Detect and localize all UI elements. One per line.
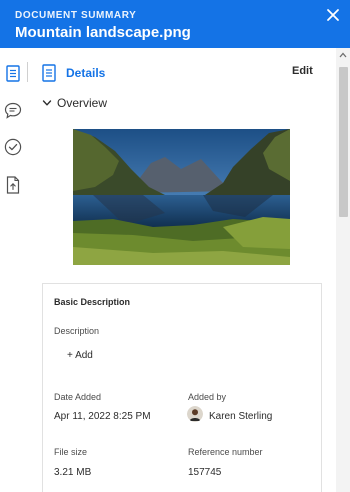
date-added-label: Date Added	[54, 392, 102, 402]
panel-subtitle: DOCUMENT SUMMARY	[15, 10, 137, 21]
file-size-value: 3.21 MB	[54, 467, 92, 478]
add-description-button[interactable]: + Add	[67, 350, 93, 361]
reference-number-label: Reference number	[188, 447, 263, 457]
rail-divider	[27, 62, 28, 82]
overview-toggle[interactable]: Overview	[42, 96, 107, 110]
checkmark-circle-icon	[4, 138, 22, 156]
file-size-label: File size	[54, 447, 88, 457]
comment-icon	[4, 102, 22, 119]
edit-button[interactable]: Edit	[292, 65, 313, 77]
date-added-value: Apr 11, 2022 8:25 PM	[54, 411, 151, 422]
image-thumbnail[interactable]	[73, 129, 290, 265]
added-by-label: Added by	[188, 392, 227, 402]
chevron-down-icon	[42, 100, 52, 106]
description-label: Description	[54, 326, 100, 336]
panel-header: DOCUMENT SUMMARY Mountain landscape.png	[0, 0, 350, 48]
scrollbar[interactable]	[336, 48, 350, 492]
document-title: Mountain landscape.png	[15, 24, 191, 41]
overview-label: Overview	[57, 96, 108, 110]
rail-comments-button[interactable]	[3, 100, 23, 120]
close-icon[interactable]	[325, 7, 341, 23]
tab-details[interactable]: Details	[42, 63, 105, 83]
tab-details-label: Details	[66, 66, 106, 80]
document-icon	[42, 64, 56, 82]
basic-description-card: Basic Description Description + Add Date…	[42, 283, 322, 492]
rail-share-button[interactable]	[3, 175, 23, 195]
chevron-up-icon[interactable]	[339, 52, 347, 58]
added-by-value: Karen Sterling	[209, 411, 273, 422]
scrollbar-thumb[interactable]	[339, 67, 348, 217]
reference-number-value: 157745	[188, 467, 222, 478]
rail-details-button[interactable]	[3, 63, 23, 83]
side-rail	[0, 48, 26, 492]
rail-tasks-button[interactable]	[3, 137, 23, 157]
avatar	[187, 406, 203, 422]
card-heading: Basic Description	[54, 297, 131, 307]
file-share-icon	[6, 176, 20, 194]
document-icon	[6, 64, 20, 82]
